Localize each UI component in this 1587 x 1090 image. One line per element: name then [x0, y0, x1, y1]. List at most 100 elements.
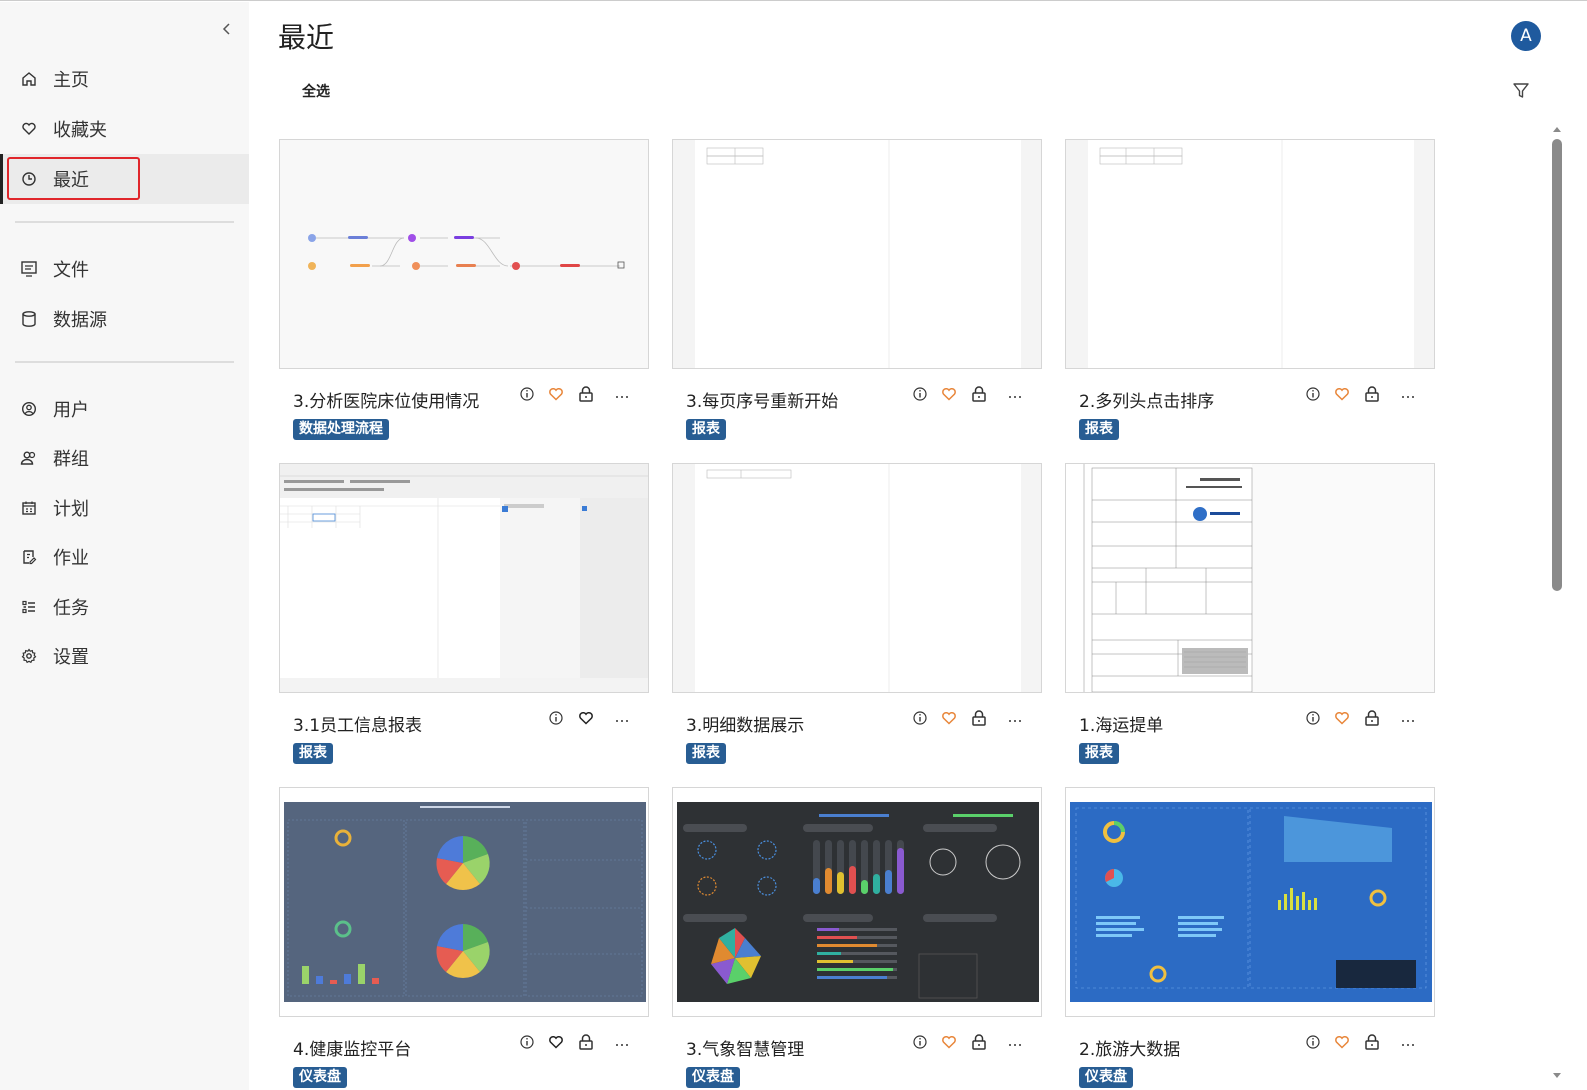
collapse-sidebar-icon[interactable] [218, 20, 236, 38]
info-icon[interactable] [547, 709, 565, 727]
heart-icon[interactable] [547, 385, 565, 403]
thumbnail-flow-diagram[interactable] [279, 139, 649, 369]
sidebar-item-favorites[interactable]: 收藏夹 [0, 104, 249, 154]
database-icon [19, 309, 39, 329]
heart-icon[interactable] [1333, 709, 1351, 727]
more-options-icon[interactable] [1006, 1033, 1024, 1051]
more-options-icon[interactable] [1006, 385, 1024, 403]
info-icon[interactable] [911, 709, 929, 727]
lock-icon[interactable] [577, 1033, 595, 1051]
sidebar-divider [15, 361, 234, 363]
scrollbar-thumb[interactable] [1552, 139, 1562, 591]
heart-icon[interactable] [577, 709, 595, 727]
filter-icon[interactable] [1511, 81, 1531, 101]
heart-icon[interactable] [1333, 385, 1351, 403]
sidebar-item-label: 最近 [53, 170, 89, 191]
sidebar-item-schedule[interactable]: 计划 [0, 483, 249, 533]
info-icon[interactable] [1304, 1033, 1322, 1051]
heart-icon[interactable] [940, 1033, 958, 1051]
more-options-icon[interactable] [1399, 385, 1417, 403]
type-tag: 报表 [686, 743, 726, 764]
sidebar-item-label: 收藏夹 [53, 120, 107, 141]
thumbnail-blank-report[interactable] [672, 463, 1042, 693]
heart-icon[interactable] [940, 385, 958, 403]
type-tag: 报表 [1079, 419, 1119, 440]
card-title[interactable]: 3.明细数据展示 [686, 711, 804, 736]
lock-icon[interactable] [970, 385, 988, 403]
sidebar-divider [15, 221, 234, 223]
type-tag: 报表 [1079, 743, 1119, 764]
more-options-icon[interactable] [1006, 709, 1024, 727]
sidebar-item-settings[interactable]: 设置 [0, 631, 249, 681]
calendar-icon [19, 498, 39, 518]
clock-icon [19, 169, 39, 189]
lock-icon[interactable] [970, 1033, 988, 1051]
card-title[interactable]: 1.海运提单 [1079, 711, 1163, 736]
sidebar-item-jobs[interactable]: 作业 [0, 532, 249, 582]
heart-icon[interactable] [940, 709, 958, 727]
type-tag: 仪表盘 [1079, 1067, 1133, 1088]
type-tag: 报表 [686, 419, 726, 440]
more-options-icon[interactable] [613, 385, 631, 403]
sidebar: 主页 收藏夹 最近 文件 数据源 用户 群组 计划 作业 任务 设置 [0, 2, 249, 1090]
sidebar-item-label: 文件 [53, 260, 89, 281]
card-title[interactable]: 4.健康监控平台 [293, 1035, 411, 1060]
type-tag: 数据处理流程 [293, 419, 389, 440]
app-window: 主页 收藏夹 最近 文件 数据源 用户 群组 计划 作业 任务 设置 最近 A … [0, 0, 1587, 1090]
sidebar-item-label: 数据源 [53, 310, 107, 331]
heart-icon[interactable] [1333, 1033, 1351, 1051]
scroll-down-arrow-icon[interactable] [1552, 1066, 1562, 1078]
thumbnail-dashboard-blue[interactable] [1065, 787, 1435, 1017]
sidebar-item-tasks[interactable]: 任务 [0, 582, 249, 632]
info-icon[interactable] [518, 385, 536, 403]
type-tag: 仪表盘 [293, 1067, 347, 1088]
avatar[interactable]: A [1511, 21, 1541, 51]
card-title[interactable]: 3.分析医院床位使用情况 [293, 387, 479, 412]
more-options-icon[interactable] [1399, 709, 1417, 727]
card-title[interactable]: 2.多列头点击排序 [1079, 387, 1214, 412]
thumbnail-blank-report[interactable] [672, 139, 1042, 369]
thumbnail-designer[interactable] [279, 463, 649, 693]
sidebar-item-label: 任务 [53, 598, 89, 619]
user-icon [19, 399, 39, 419]
lock-icon[interactable] [577, 385, 595, 403]
card-title[interactable]: 3.气象智慧管理 [686, 1035, 804, 1060]
lock-icon[interactable] [1363, 709, 1381, 727]
sidebar-item-groups[interactable]: 群组 [0, 433, 249, 483]
card-title[interactable]: 3.1员工信息报表 [293, 711, 422, 736]
info-icon[interactable] [911, 1033, 929, 1051]
task-list-icon [19, 597, 39, 617]
select-all-button[interactable]: 全选 [302, 81, 330, 101]
home-icon [19, 69, 39, 89]
type-tag: 报表 [293, 743, 333, 764]
card-title[interactable]: 3.每页序号重新开始 [686, 387, 838, 412]
more-options-icon[interactable] [613, 1033, 631, 1051]
sidebar-item-users[interactable]: 用户 [0, 384, 249, 434]
more-options-icon[interactable] [613, 709, 631, 727]
info-icon[interactable] [911, 385, 929, 403]
sidebar-item-label: 群组 [53, 449, 89, 470]
info-icon[interactable] [1304, 709, 1322, 727]
sidebar-item-datasource[interactable]: 数据源 [0, 294, 249, 344]
lock-icon[interactable] [1363, 1033, 1381, 1051]
heart-icon [19, 119, 39, 139]
sidebar-item-files[interactable]: 文件 [0, 244, 249, 294]
document-icon [19, 259, 39, 279]
thumbnail-blank-report[interactable] [1065, 139, 1435, 369]
sidebar-item-recent[interactable]: 最近 [0, 154, 249, 204]
lock-icon[interactable] [970, 709, 988, 727]
thumbnail-dashboard-slate[interactable] [279, 787, 649, 1017]
thumbnail-bill-of-lading[interactable] [1065, 463, 1435, 693]
card-title[interactable]: 2.旅游大数据 [1079, 1035, 1180, 1060]
scroll-up-arrow-icon[interactable] [1552, 119, 1562, 132]
info-icon[interactable] [1304, 385, 1322, 403]
info-icon[interactable] [518, 1033, 536, 1051]
thumbnail-dashboard-dark[interactable] [672, 787, 1042, 1017]
sidebar-item-label: 计划 [53, 499, 89, 520]
heart-icon[interactable] [547, 1033, 565, 1051]
more-options-icon[interactable] [1399, 1033, 1417, 1051]
lock-icon[interactable] [1363, 385, 1381, 403]
sidebar-item-home[interactable]: 主页 [0, 54, 249, 104]
page-title: 最近 [278, 21, 335, 54]
sidebar-item-label: 主页 [53, 70, 89, 91]
